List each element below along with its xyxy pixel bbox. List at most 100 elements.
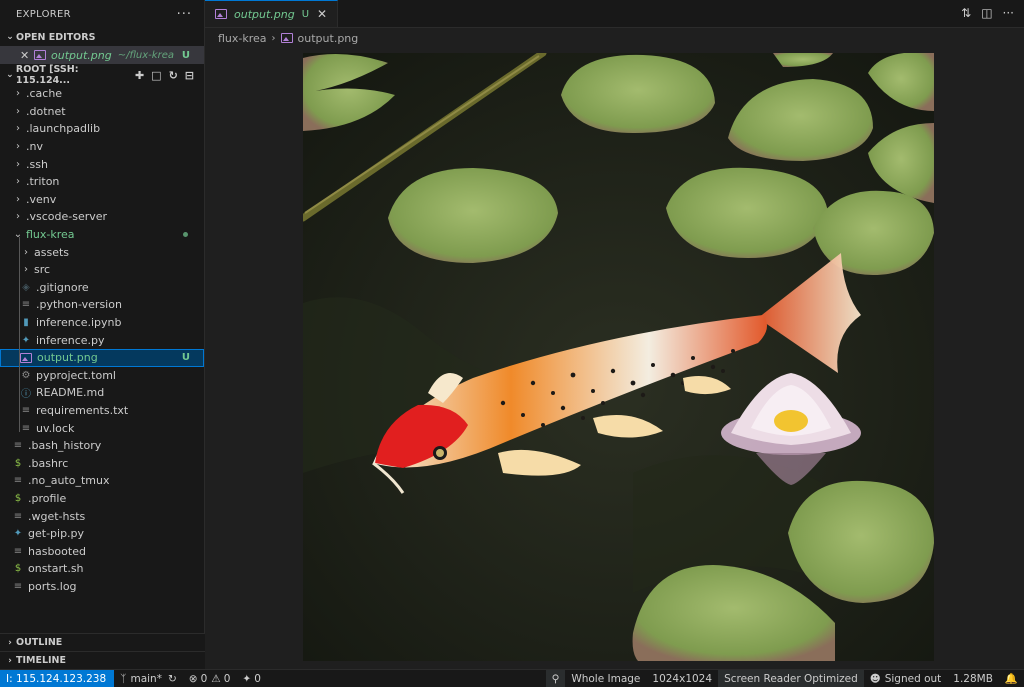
file-uv-lock[interactable]: ≡ uv.lock — [0, 419, 204, 437]
new-folder-icon[interactable]: □ — [151, 69, 161, 82]
file-type-icon: ✦ — [13, 528, 23, 540]
file-type-icon: ≡ — [13, 510, 23, 522]
open-editor-path: ~/flux-krea — [117, 49, 174, 61]
git-untracked-badge: U — [301, 8, 310, 20]
zoom-mode[interactable]: Whole Image — [565, 670, 646, 687]
file-python-version[interactable]: ≡ .python-version — [0, 296, 204, 314]
zoom-icon-button[interactable]: ⚲ — [545, 669, 566, 687]
file-type-icon: ≡ — [21, 422, 31, 434]
notifications-bell[interactable]: 🔔 — [999, 670, 1024, 687]
file-wget-hsts[interactable]: ≡ .wget-hsts — [0, 507, 204, 525]
ports-indicator[interactable]: ✦ 0 — [236, 670, 267, 687]
file-tree: › .cache › .dotnet › .launchpadlib › .nv › .ssh ›.… — [0, 85, 204, 595]
file-type-icon: ⓘ — [21, 389, 31, 401]
outline-section-header[interactable]: › OUTLINE — [0, 633, 205, 651]
file-requirements-txt[interactable]: ≡ requirements.txt — [0, 402, 204, 420]
file-type-icon: ≡ — [13, 545, 23, 557]
file-inference-py[interactable]: ✦ inference.py — [0, 331, 204, 349]
file-type-icon: ≡ — [21, 299, 31, 311]
ports-count: 0 — [254, 672, 261, 685]
more-actions-icon[interactable]: ··· — [1003, 6, 1014, 20]
folder-assets[interactable]: › assets — [0, 243, 204, 261]
tree-item-label: README.md — [36, 386, 105, 400]
file-output-png[interactable]: output.png U — [0, 348, 204, 367]
folder-dotnet[interactable]: › .dotnet — [0, 103, 204, 121]
chevron-right-icon: › — [16, 88, 20, 100]
screen-reader-mode[interactable]: Screen Reader Optimized — [718, 669, 864, 687]
warning-count: 0 — [223, 672, 231, 685]
chevron-down-icon: ⌄ — [6, 32, 14, 42]
close-icon[interactable]: ✕ — [317, 7, 327, 21]
file-bash-history[interactable]: ≡ .bash_history — [0, 437, 204, 455]
workspace-root-header[interactable]: ⌄ ROOT [SSH: 115.124... ✚ □ ↻ ⊟ — [0, 64, 204, 86]
file-type-icon: ≡ — [13, 440, 23, 452]
file-readme-md[interactable]: ⓘ README.md — [0, 384, 204, 402]
open-editors-header[interactable]: ⌄ OPEN EDITORS — [0, 28, 204, 46]
tab-bar: output.png U ✕ ⇅ ◫ ··· — [205, 0, 1024, 28]
file-type-icon: $ — [14, 563, 22, 575]
image-dimensions: 1024x1024 — [652, 672, 713, 685]
open-editor-item[interactable]: ✕ output.png ~/flux-krea U — [0, 46, 204, 64]
tree-item-label: .dotnet — [26, 104, 66, 118]
image-preview[interactable] — [303, 53, 934, 661]
file-hasbooted[interactable]: ≡ hasbooted — [0, 542, 204, 560]
file-bashrc[interactable]: $ .bashrc — [0, 454, 204, 472]
close-icon[interactable]: ✕ — [20, 49, 34, 62]
broadcast-icon: ✦ — [242, 672, 252, 685]
remote-indicator[interactable]: I: 115.124.123.238 — [0, 669, 115, 687]
tree-item-label: inference.ipynb — [36, 316, 122, 330]
file-type-icon: ✦ — [21, 334, 31, 346]
problems-indicator[interactable]: ⊗ 0 ⚠ 0 — [183, 670, 237, 687]
modified-dot — [183, 232, 188, 238]
breadcrumb-folder[interactable]: flux-krea — [218, 32, 267, 45]
file-profile[interactable]: $ .profile — [0, 490, 204, 508]
open-editor-name: output.png — [51, 48, 112, 62]
file-inference-ipynb[interactable]: ▮ inference.ipynb — [0, 314, 204, 332]
file-get-pip-py[interactable]: ✦ get-pip.py — [0, 525, 204, 543]
split-editor-icon[interactable]: ◫ — [981, 6, 992, 20]
tree-item-label: .venv — [26, 192, 57, 206]
file-gitignore[interactable]: ◈ .gitignore — [0, 279, 204, 297]
folder-triton[interactable]: › .triton — [0, 173, 204, 191]
tree-item-label: hasbooted — [28, 544, 86, 558]
sync-icon[interactable]: ↻ — [168, 673, 177, 685]
file-ports-log[interactable]: ≡ ports.log — [0, 578, 204, 596]
git-branch[interactable]: ᛉ main* ↻ — [114, 670, 183, 687]
folder-ssh[interactable]: › .ssh — [0, 155, 204, 173]
folder-vscode-server[interactable]: › .vscode-server — [0, 208, 204, 226]
branch-name: main* — [130, 672, 162, 685]
timeline-title: TIMELINE — [16, 655, 66, 666]
tree-item-label: inference.py — [36, 333, 105, 347]
new-file-icon[interactable]: ✚ — [135, 69, 144, 82]
folder-launchpadlib[interactable]: › .launchpadlib — [0, 120, 204, 138]
file-type-icon: $ — [14, 457, 22, 469]
tree-item-label: .vscode-server — [26, 210, 108, 224]
folder-nv[interactable]: › .nv — [0, 138, 204, 156]
folder-flux-krea[interactable]: ⌄ flux-krea — [0, 226, 204, 244]
image-file-icon — [215, 9, 227, 19]
tree-item-label: src — [34, 263, 51, 277]
breadcrumb-file[interactable]: output.png — [298, 32, 359, 45]
refresh-icon[interactable]: ↻ — [169, 69, 178, 82]
account-status[interactable]: ☻ Signed out — [864, 670, 948, 687]
collapse-all-icon[interactable]: ⊟ — [185, 69, 194, 82]
file-pyproject-toml[interactable]: ⚙ pyproject.toml — [0, 367, 204, 385]
chevron-right-icon: › — [16, 123, 20, 135]
tab-output-png[interactable]: output.png U ✕ — [205, 0, 339, 27]
tree-item-label: flux-krea — [26, 228, 75, 242]
timeline-section-header[interactable]: › TIMELINE — [0, 651, 205, 669]
outline-title: OUTLINE — [16, 637, 63, 648]
workspace-root-label: ROOT [SSH: 115.124... — [15, 64, 79, 86]
explorer-header: EXPLORER ··· — [0, 0, 204, 28]
file-type-icon: ≡ — [13, 580, 23, 592]
file-no-auto-tmux[interactable]: ≡ .no_auto_tmux — [0, 472, 204, 490]
file-type-icon: ▮ — [23, 317, 29, 329]
file-onstart-sh[interactable]: $ onstart.sh — [0, 560, 204, 578]
chevron-right-icon: › — [16, 158, 20, 170]
open-changes-icon[interactable]: ⇅ — [961, 6, 971, 20]
folder-src[interactable]: › src — [0, 261, 204, 279]
folder-venv[interactable]: › .venv — [0, 191, 204, 209]
more-actions-icon[interactable]: ··· — [177, 7, 192, 22]
tree-item-label: .nv — [26, 140, 43, 154]
folder-cache[interactable]: › .cache — [0, 85, 204, 103]
